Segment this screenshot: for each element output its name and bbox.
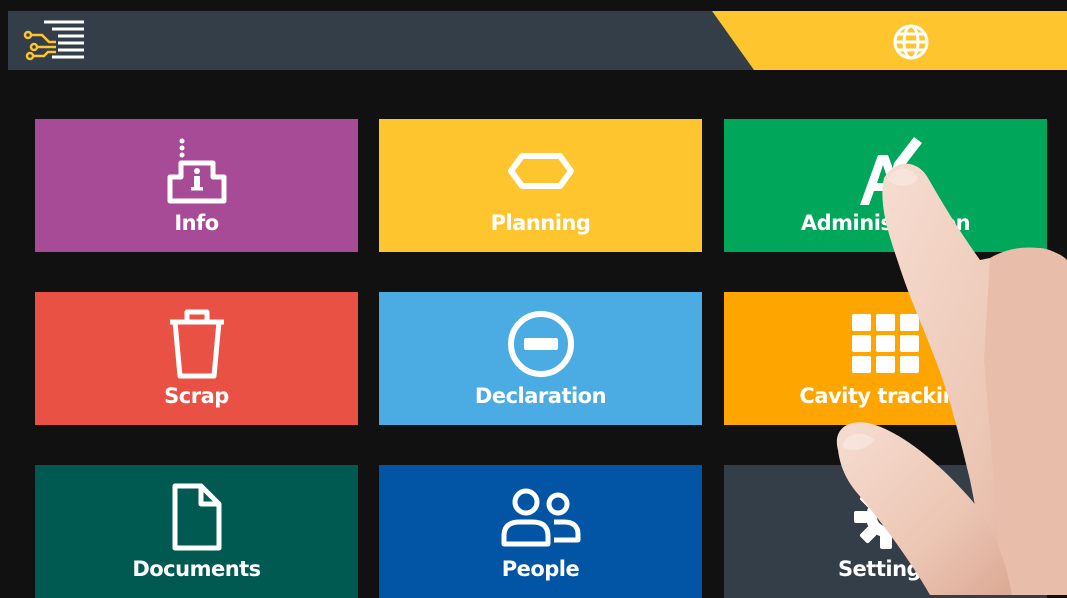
tile-declaration[interactable]: Declaration <box>379 292 702 425</box>
tile-cavity-tracking[interactable]: Cavity tracking <box>724 292 1047 425</box>
tile-administration[interactable]: Administration <box>724 119 1047 252</box>
tile-label: People <box>501 557 580 581</box>
tile-label: Documents <box>132 557 261 581</box>
tile-planning[interactable]: Planning <box>379 119 702 252</box>
globe-icon <box>893 24 929 60</box>
trash-icon <box>169 309 224 379</box>
tile-settings[interactable]: Settings <box>724 465 1047 598</box>
minus-circle-icon <box>507 311 574 377</box>
tile-scrap[interactable]: Scrap <box>35 292 358 425</box>
tile-label: Administration <box>800 211 971 235</box>
tile-label: Settings <box>837 557 934 581</box>
language-bar <box>712 11 1067 70</box>
gear-icon <box>853 485 918 549</box>
tile-people[interactable]: People <box>379 465 702 598</box>
tile-label: Cavity tracking <box>799 384 972 408</box>
text-edit-icon <box>859 137 922 205</box>
tile-label: Declaration <box>474 384 607 408</box>
people-icon <box>501 488 580 547</box>
hexagon-icon <box>507 153 574 189</box>
tile-label: Info <box>174 211 219 235</box>
info-podium-icon <box>167 138 226 204</box>
menu-button[interactable] <box>22 17 88 65</box>
tile-info[interactable]: Info <box>35 119 358 252</box>
circuit-menu-icon <box>23 20 84 61</box>
document-icon <box>172 483 221 551</box>
tile-label: Scrap <box>164 384 229 408</box>
top-bar <box>8 11 1067 70</box>
grid-icon <box>851 314 919 373</box>
language-button[interactable] <box>892 23 930 61</box>
tile-documents[interactable]: Documents <box>35 465 358 598</box>
tile-label: Planning <box>490 211 591 235</box>
